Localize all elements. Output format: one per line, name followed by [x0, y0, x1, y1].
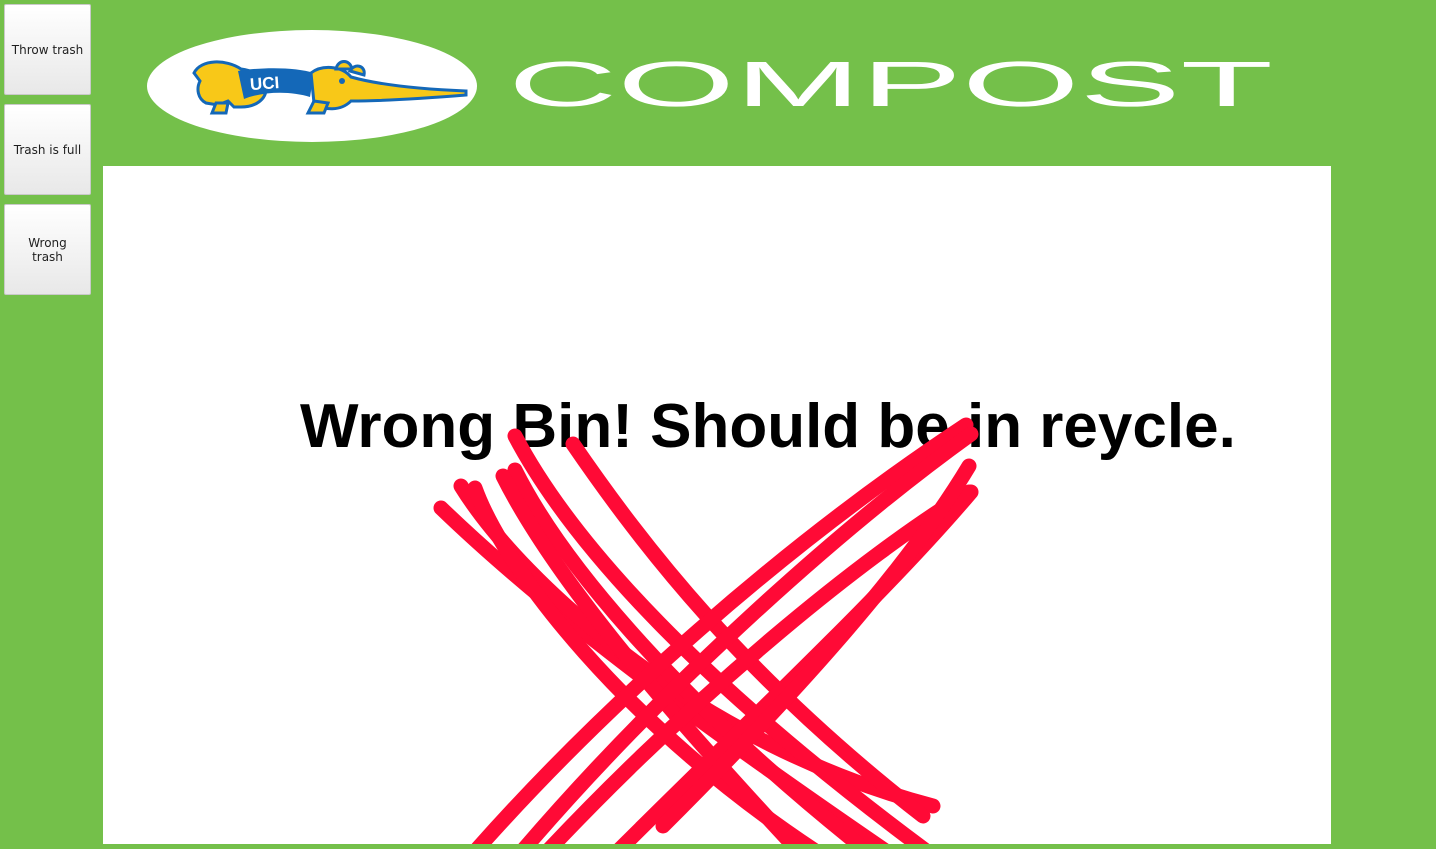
error-message: Wrong Bin! Should be in reycle. — [300, 392, 1236, 461]
throw-trash-button[interactable]: Throw trash — [4, 4, 91, 95]
page-title: COMPOST — [508, 48, 1273, 120]
main-panel: Wrong Bin! Should be in reycle. — [103, 166, 1331, 844]
app-root: Throw trash Trash is full Wrong trash UC… — [0, 0, 1436, 849]
logo-text: UCI — [249, 73, 280, 94]
anteater-logo-icon: UCI — [147, 30, 477, 142]
red-x-icon — [433, 417, 979, 844]
svg-text:COMPOST: COMPOST — [508, 48, 1273, 120]
wrong-trash-button[interactable]: Wrong trash — [4, 204, 91, 295]
trash-full-button[interactable]: Trash is full — [4, 104, 91, 195]
